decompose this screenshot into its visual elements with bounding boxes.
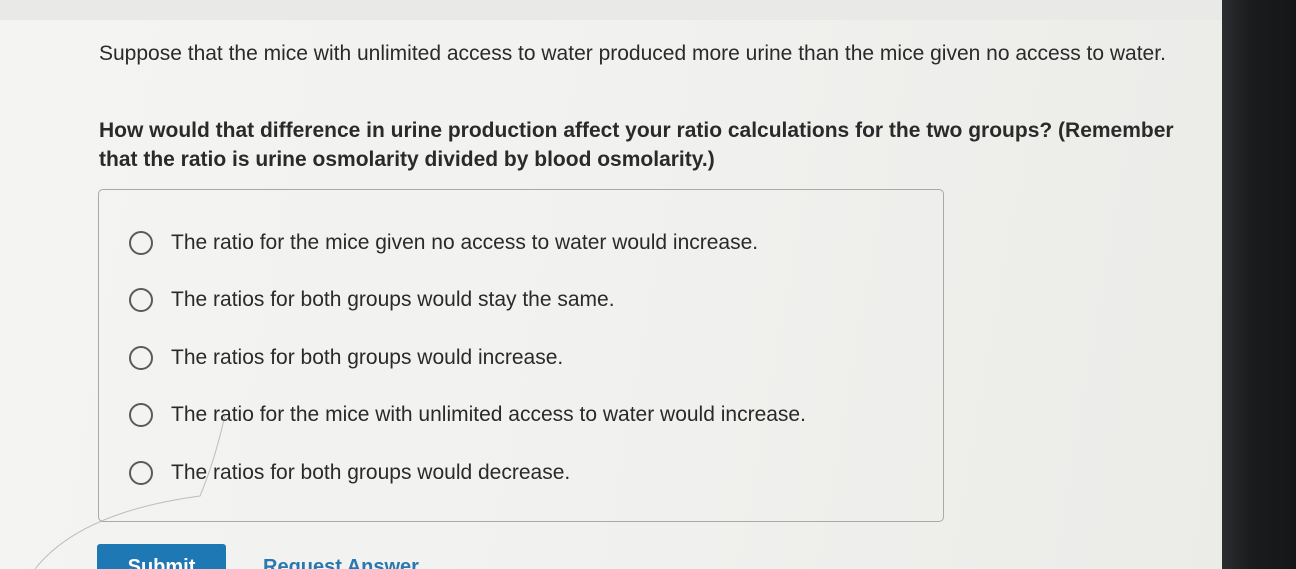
- option-label: The ratios for both groups would stay th…: [171, 288, 615, 311]
- submit-button[interactable]: Submit: [97, 544, 226, 569]
- option-4[interactable]: The ratio for the mice with unlimited ac…: [129, 399, 806, 431]
- radio-button[interactable]: [129, 346, 153, 370]
- radio-button[interactable]: [129, 288, 153, 312]
- screen: Suppose that the mice with unlimited acc…: [0, 0, 1222, 569]
- answer-options: The ratio for the mice given no access t…: [98, 189, 944, 522]
- question-intro: Suppose that the mice with unlimited acc…: [99, 42, 1166, 65]
- question-prompt: How would that difference in urine produ…: [99, 119, 1174, 171]
- request-answer-link[interactable]: Request Answer: [263, 556, 419, 569]
- option-3[interactable]: The ratios for both groups would increas…: [129, 342, 563, 374]
- option-label: The ratio for the mice with unlimited ac…: [171, 403, 806, 426]
- radio-button[interactable]: [129, 461, 153, 485]
- top-strip: [0, 0, 1222, 20]
- radio-button[interactable]: [129, 231, 153, 255]
- option-label: The ratios for both groups would decreas…: [171, 461, 571, 484]
- radio-button[interactable]: [129, 403, 153, 427]
- option-1[interactable]: The ratio for the mice given no access t…: [129, 227, 758, 259]
- option-label: The ratio for the mice given no access t…: [171, 231, 759, 254]
- option-2[interactable]: The ratios for both groups would stay th…: [129, 284, 615, 316]
- option-label: The ratios for both groups would increas…: [171, 346, 564, 369]
- monitor-bezel: [1222, 0, 1296, 569]
- option-5[interactable]: The ratios for both groups would decreas…: [129, 457, 570, 489]
